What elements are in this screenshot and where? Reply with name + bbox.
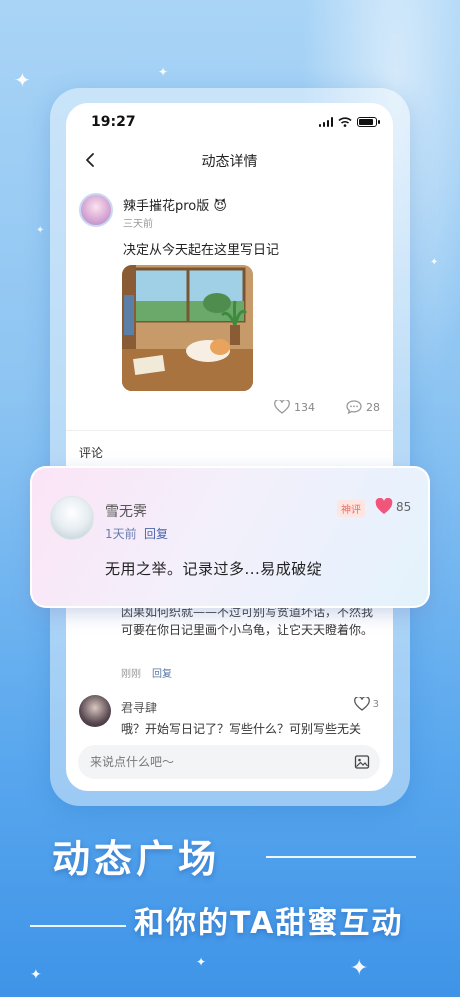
- status-time: 19:27: [91, 114, 136, 130]
- sparkle-icon: ✦: [14, 68, 31, 92]
- sparkle-icon: ✦: [430, 257, 439, 268]
- nav-bar: 动态详情: [66, 148, 393, 172]
- post-like-button[interactable]: 134: [274, 400, 315, 414]
- second-comment-author[interactable]: 君寻肆: [121, 699, 157, 716]
- reply-comment-reply-button[interactable]: 回复: [152, 665, 172, 680]
- reply-comment-time: 刚刚: [121, 669, 141, 680]
- post-author-name[interactable]: 辣手摧花pro版 😈: [123, 195, 227, 214]
- comments-header: 评论: [79, 446, 104, 460]
- featured-comment-like-count: 85: [396, 500, 412, 514]
- sparkle-icon: ✦: [350, 956, 369, 981]
- post-like-count: 134: [294, 400, 315, 414]
- post-time: 三天前: [123, 219, 153, 230]
- post-image-illustration: [122, 265, 253, 391]
- top-comment-badge: 神评: [337, 500, 365, 517]
- sparkle-icon: ✦: [36, 225, 45, 236]
- heart-filled-icon[interactable]: [375, 498, 393, 515]
- image-icon: [354, 755, 370, 769]
- signal-icon: [318, 117, 333, 127]
- second-comment-like-count: 3: [372, 698, 379, 710]
- divider: [66, 430, 393, 431]
- post-author-avatar[interactable]: [79, 193, 113, 227]
- wifi-icon: [338, 117, 352, 127]
- image-upload-button[interactable]: [354, 754, 370, 770]
- post-text: 决定从今天起在这里写日记: [123, 243, 280, 258]
- featured-comment-author[interactable]: 雪无霁: [105, 501, 147, 521]
- sparkle-icon: ✦: [158, 65, 169, 79]
- post-comment-button[interactable]: 28: [346, 400, 380, 414]
- page-title: 动态详情: [201, 154, 258, 170]
- featured-comment-time: 1天前: [105, 527, 137, 541]
- status-icons: [318, 117, 380, 127]
- heart-outline-icon: [274, 400, 290, 414]
- promo-subheadline: 和你的TA甜蜜互动: [134, 906, 404, 941]
- comment-input-bar: [78, 745, 380, 779]
- decorative-line: [30, 925, 126, 927]
- post-image[interactable]: [122, 265, 253, 391]
- sparkle-icon: ✦: [196, 955, 207, 969]
- phone-screen: 19:27 动态详情 辣手摧花pro版 😈 三天前 决定从今天起在这里写日记 1…: [66, 103, 393, 791]
- heart-outline-icon: [353, 697, 370, 711]
- featured-comment-avatar[interactable]: [50, 496, 94, 540]
- sparkle-icon: ✦: [30, 967, 42, 983]
- status-bar: 19:27: [66, 113, 393, 135]
- featured-comment-reply-button[interactable]: 回复: [144, 525, 168, 542]
- second-comment-text: 哦？开始写日记了？写些什么？可别写些无关: [121, 722, 362, 736]
- promo-headline: 动态广场: [52, 837, 221, 881]
- second-comment-like-button[interactable]: 3: [353, 697, 379, 711]
- reply-comment-text: 因果如何织就——不过可别写贫道坏话，不然我可要在你日记里画个小乌龟，让它天天瞪着…: [121, 605, 374, 637]
- featured-comment-card[interactable]: 雪无霁 1天前 回复 神评 85 无用之举。记录过多...易成破绽: [30, 466, 430, 608]
- featured-comment-text: 无用之举。记录过多...易成破绽: [105, 560, 323, 578]
- second-comment-avatar[interactable]: [79, 695, 111, 727]
- battery-icon: [357, 117, 380, 127]
- comment-input[interactable]: [90, 745, 340, 779]
- post-comment-count: 28: [366, 400, 380, 414]
- decorative-line: [266, 856, 416, 858]
- comment-icon: [346, 400, 362, 414]
